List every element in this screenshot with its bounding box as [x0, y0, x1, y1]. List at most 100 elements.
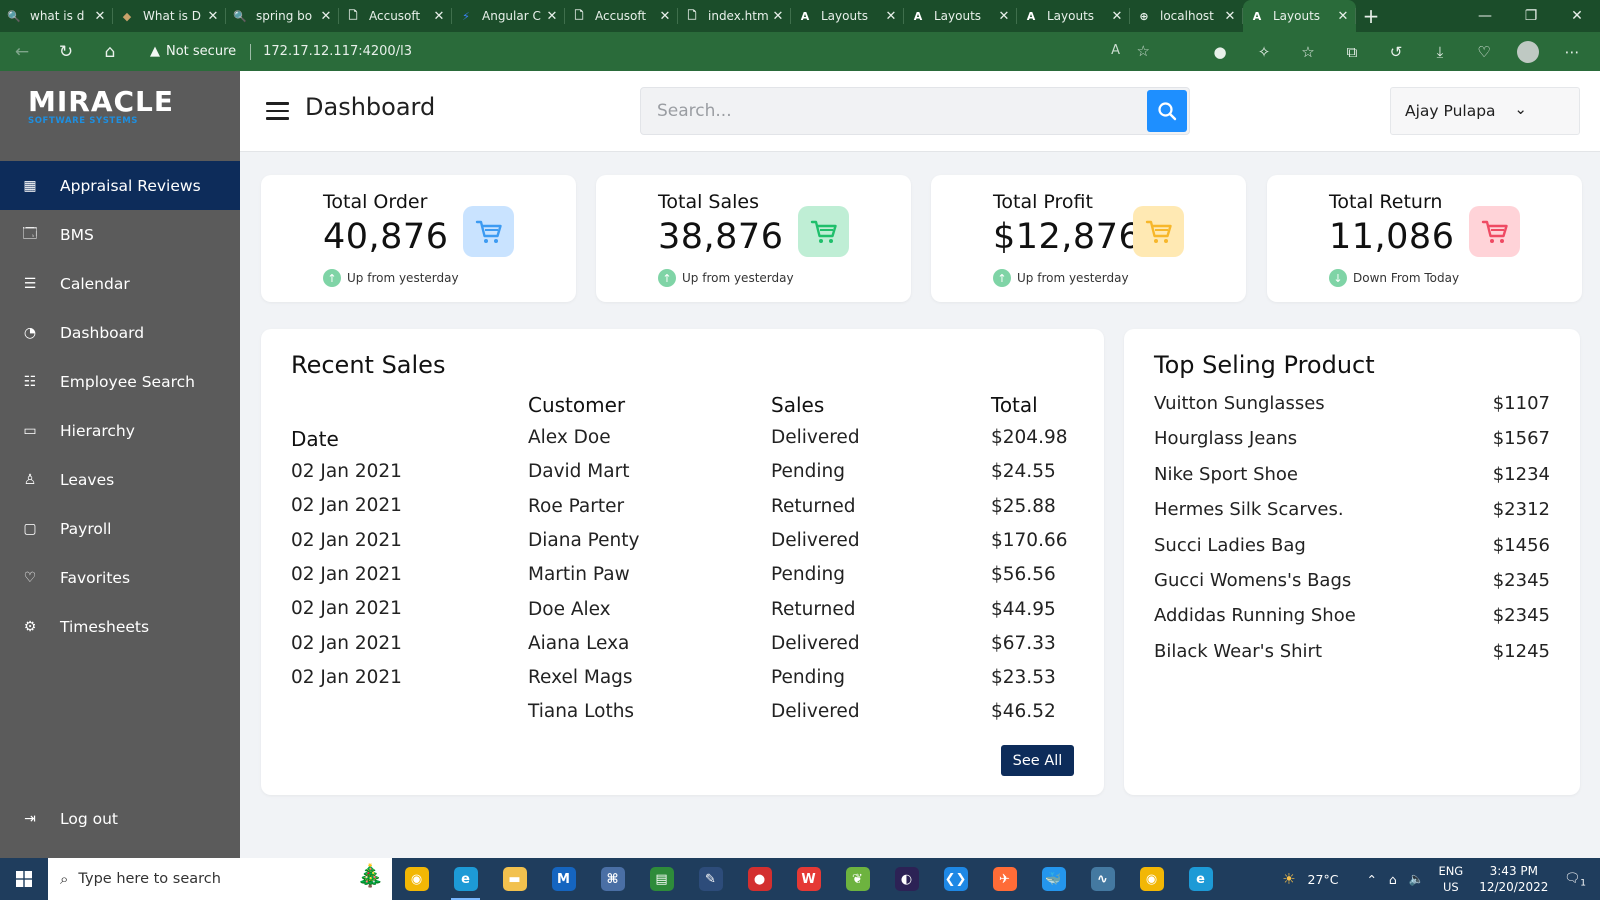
taskbar-app[interactable]: e — [441, 858, 490, 900]
tab-close-icon[interactable]: ✕ — [658, 9, 672, 24]
tab-close-icon[interactable]: ✕ — [1110, 9, 1124, 24]
weather-icon[interactable]: ☀ — [1282, 870, 1295, 888]
sidebar-item-employee-search[interactable]: ☷ Employee Search — [0, 357, 240, 406]
taskbar-app[interactable]: ❦ — [833, 858, 882, 900]
restore-icon[interactable]: ❐ — [1508, 0, 1554, 32]
show-hidden-icons-icon[interactable]: ⌃ — [1366, 872, 1376, 887]
taskbar-app[interactable]: ◉ — [1127, 858, 1176, 900]
minimize-icon[interactable]: — — [1462, 0, 1508, 32]
sidebar-item-leaves[interactable]: ♙ Leaves — [0, 455, 240, 504]
browser-tab[interactable]: 🔍 what is d ✕ — [0, 0, 113, 32]
close-window-icon[interactable]: ✕ — [1554, 0, 1600, 32]
download-icon[interactable]: ⤓ — [1418, 43, 1462, 61]
collections-icon[interactable]: ⧉ — [1330, 43, 1374, 61]
url-text[interactable]: 172.17.12.117:4200/l3 — [263, 44, 412, 59]
tab-close-icon[interactable]: ✕ — [432, 9, 446, 24]
taskbar-app[interactable]: ∿ — [1078, 858, 1127, 900]
list-item: Gucci Womens's Bags $2345 — [1154, 570, 1550, 591]
language-indicator[interactable]: ENG US — [1438, 863, 1463, 895]
logout-button[interactable]: ⇥ Log out — [0, 794, 240, 843]
taskbar-app[interactable]: ◉ — [392, 858, 441, 900]
tab-close-icon[interactable]: ✕ — [206, 9, 220, 24]
browser-tab[interactable]: 🔍 spring bo ✕ — [226, 0, 339, 32]
browser-tab[interactable]: A Layouts ✕ — [904, 0, 1017, 32]
taskbar-app[interactable]: ✎ — [686, 858, 735, 900]
history-icon[interactable]: ↺ — [1374, 43, 1418, 61]
browser-tab[interactable]: ◆ What is D ✕ — [113, 0, 226, 32]
search-button[interactable] — [1147, 90, 1187, 132]
extension-icon[interactable]: ● — [1198, 43, 1242, 61]
sidebar-item-hierarchy[interactable]: ▭ Hierarchy — [0, 406, 240, 455]
notifications-icon[interactable]: 🗨1 — [1564, 870, 1586, 889]
taskbar-app[interactable]: ● — [735, 858, 784, 900]
back-icon[interactable]: ← — [0, 32, 44, 71]
weather-temperature[interactable]: 27°C — [1308, 872, 1339, 887]
taskbar-search[interactable]: ⌕ Type here to search 🎄 — [48, 858, 392, 900]
reload-icon[interactable]: ↻ — [44, 32, 88, 71]
taskbar-app[interactable]: ✈ — [980, 858, 1029, 900]
sidebar-item-appraisal-reviews[interactable]: ▦ Appraisal Reviews — [0, 161, 240, 210]
user-menu-dropdown[interactable]: Ajay Pulapa ⌄ — [1390, 87, 1580, 135]
taskbar-app[interactable]: 🐳 — [1029, 858, 1078, 900]
browser-tab[interactable]: A Layouts ✕ — [791, 0, 904, 32]
taskbar-app[interactable]: ▤ — [637, 858, 686, 900]
network-icon[interactable]: ⌂ — [1389, 872, 1397, 887]
add-favorite-icon[interactable]: ☆ — [1137, 42, 1150, 60]
sidebar-item-dashboard[interactable]: ◔ Dashboard — [0, 308, 240, 357]
company-logo[interactable]: MIRACLE SOFTWARE SYSTEMS — [28, 87, 174, 126]
office-icon: W — [796, 867, 821, 891]
new-tab-button[interactable]: + — [1356, 4, 1386, 28]
see-all-button[interactable]: See All — [1001, 745, 1074, 776]
browser-tab[interactable]: A Layouts ✕ — [1243, 0, 1356, 32]
profile-avatar[interactable] — [1517, 40, 1539, 63]
sidebar-item-bms[interactable]: 🗔 BMS — [0, 210, 240, 259]
taskbar-app[interactable]: ❮❯ — [931, 858, 980, 900]
tab-close-icon[interactable]: ✕ — [1223, 9, 1237, 24]
home-icon[interactable]: ⌂ — [88, 32, 132, 71]
browser-tab[interactable]: ⚡ Angular C ✕ — [452, 0, 565, 32]
menu-toggle-icon[interactable] — [266, 102, 289, 120]
stat-label: Total Order — [323, 191, 428, 213]
windows-logo-icon — [16, 871, 32, 887]
product-name: Hourglass Jeans — [1154, 428, 1298, 450]
list-icon: ☰ — [23, 275, 37, 292]
browser-tab[interactable]: ⊕ localhost ✕ — [1130, 0, 1243, 32]
tab-close-icon[interactable]: ✕ — [884, 9, 898, 24]
browser-tab[interactable]: 🗋 index.htm ✕ — [678, 0, 791, 32]
taskbar-app[interactable]: ◐ — [882, 858, 931, 900]
tab-close-icon[interactable]: ✕ — [997, 9, 1011, 24]
sidebar-item-payroll[interactable]: ▢ Payroll — [0, 504, 240, 553]
cart-icon — [1133, 206, 1184, 257]
tab-close-icon[interactable]: ✕ — [93, 9, 107, 24]
more-menu-icon[interactable]: ⋯ — [1550, 43, 1594, 61]
taskbar-app[interactable]: ⌘ — [588, 858, 637, 900]
performance-icon[interactable]: ♡ — [1462, 43, 1506, 61]
tab-close-icon[interactable]: ✕ — [545, 9, 559, 24]
windows-start-button[interactable] — [0, 858, 48, 900]
taskbar-app[interactable]: W — [784, 858, 833, 900]
taskbar-app[interactable]: e — [1176, 858, 1225, 900]
puzzle-icon[interactable]: ✧ — [1242, 43, 1286, 61]
security-label[interactable]: Not secure — [166, 44, 236, 59]
taskbar-app[interactable]: ▬ — [490, 858, 539, 900]
address-bar[interactable]: ▲ Not secure 172.17.12.117:4200/l3 A ☆ — [150, 36, 1180, 67]
favorites-icon[interactable]: ☆ — [1286, 43, 1330, 61]
warning-icon[interactable]: ▲ — [150, 44, 160, 59]
browser-tab[interactable]: 🗋 Accusoft ✕ — [565, 0, 678, 32]
sidebar-item-timesheets[interactable]: ⚙ Timesheets — [0, 602, 240, 651]
sidebar-item-calendar[interactable]: ☰ Calendar — [0, 259, 240, 308]
tab-close-icon[interactable]: ✕ — [319, 9, 333, 24]
stat-label: Total Return — [1329, 191, 1443, 213]
tab-close-icon[interactable]: ✕ — [1336, 9, 1350, 24]
taskbar-app[interactable]: M — [539, 858, 588, 900]
stat-trend: ↑ Up from yesterday — [993, 269, 1129, 287]
browser-tab[interactable]: 🗋 Accusoft ✕ — [339, 0, 452, 32]
tab-close-icon[interactable]: ✕ — [771, 9, 785, 24]
volume-icon[interactable]: 🔈 — [1409, 871, 1425, 887]
system-clock[interactable]: 3:43 PM 12/20/2022 — [1479, 863, 1548, 895]
search-input[interactable] — [641, 88, 1141, 134]
browser-tab[interactable]: A Layouts ✕ — [1017, 0, 1130, 32]
column-header-sales: Sales — [771, 393, 825, 417]
sidebar-item-favorites[interactable]: ♡ Favorites — [0, 553, 240, 602]
read-aloud-icon[interactable]: A — [1111, 43, 1120, 58]
